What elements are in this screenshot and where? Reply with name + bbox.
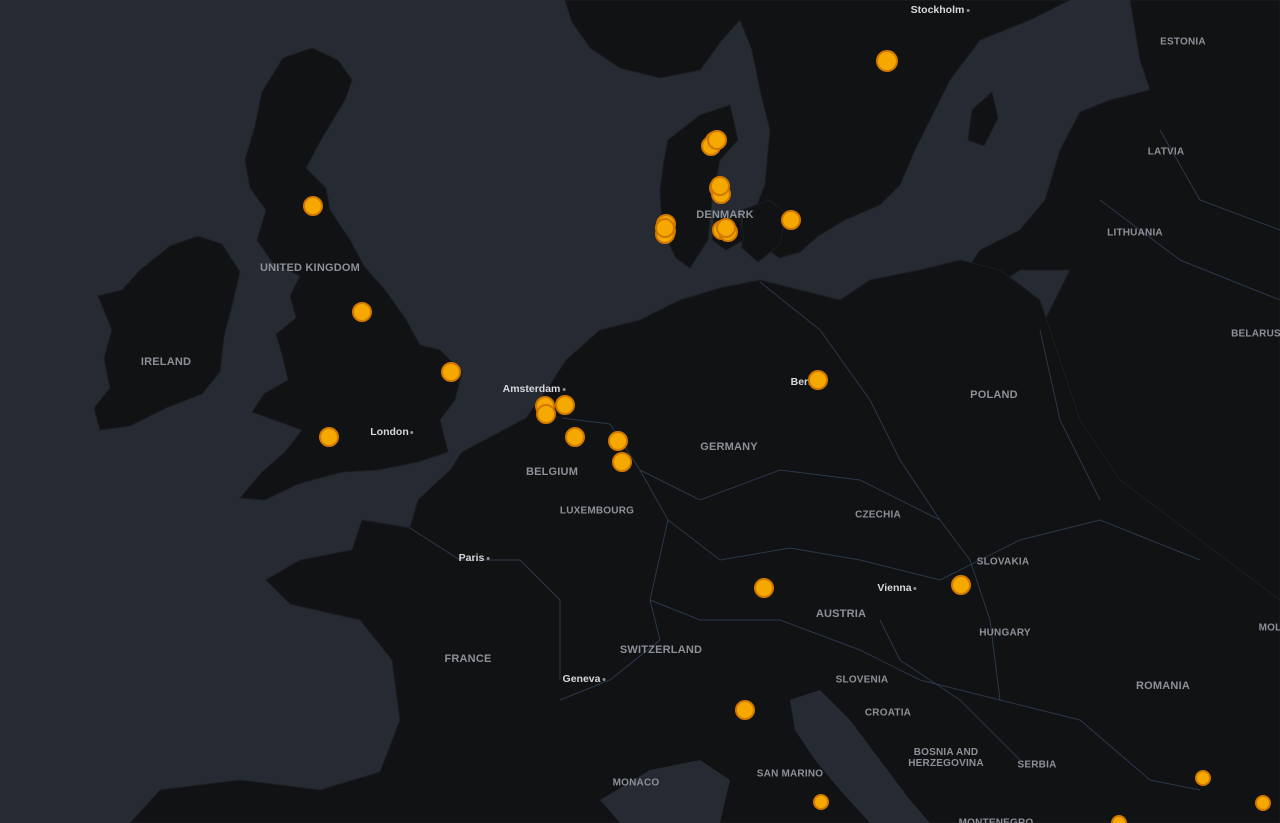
- map-marker[interactable]: [1195, 770, 1211, 786]
- map-marker[interactable]: [813, 794, 829, 810]
- map-marker[interactable]: [808, 370, 828, 390]
- map-marker[interactable]: [735, 700, 755, 720]
- map-marker[interactable]: [754, 578, 774, 598]
- basemap: [93, 0, 1280, 823]
- map-marker[interactable]: [441, 362, 461, 382]
- map-marker[interactable]: [319, 427, 339, 447]
- map-marker[interactable]: [655, 218, 675, 238]
- map-marker[interactable]: [781, 210, 801, 230]
- map-marker[interactable]: [612, 452, 632, 472]
- land-scandinavia: [564, 0, 1071, 259]
- map-marker[interactable]: [951, 575, 971, 595]
- map-marker[interactable]: [1255, 795, 1271, 811]
- map-marker[interactable]: [536, 404, 556, 424]
- map-marker[interactable]: [716, 218, 736, 238]
- land-ireland: [93, 235, 241, 431]
- map-marker[interactable]: [352, 302, 372, 322]
- land-gotland: [967, 91, 999, 147]
- land-great-britain: [238, 47, 463, 501]
- map-marker[interactable]: [565, 427, 585, 447]
- map-marker[interactable]: [710, 176, 730, 196]
- map-marker[interactable]: [707, 130, 727, 150]
- map-canvas[interactable]: ESTONIA LATVIA LITHUANIA BELARUS DENMARK UNIT…: [0, 0, 1280, 823]
- map-marker[interactable]: [303, 196, 323, 216]
- map-marker[interactable]: [555, 395, 575, 415]
- map-marker[interactable]: [876, 50, 898, 72]
- map-marker[interactable]: [608, 431, 628, 451]
